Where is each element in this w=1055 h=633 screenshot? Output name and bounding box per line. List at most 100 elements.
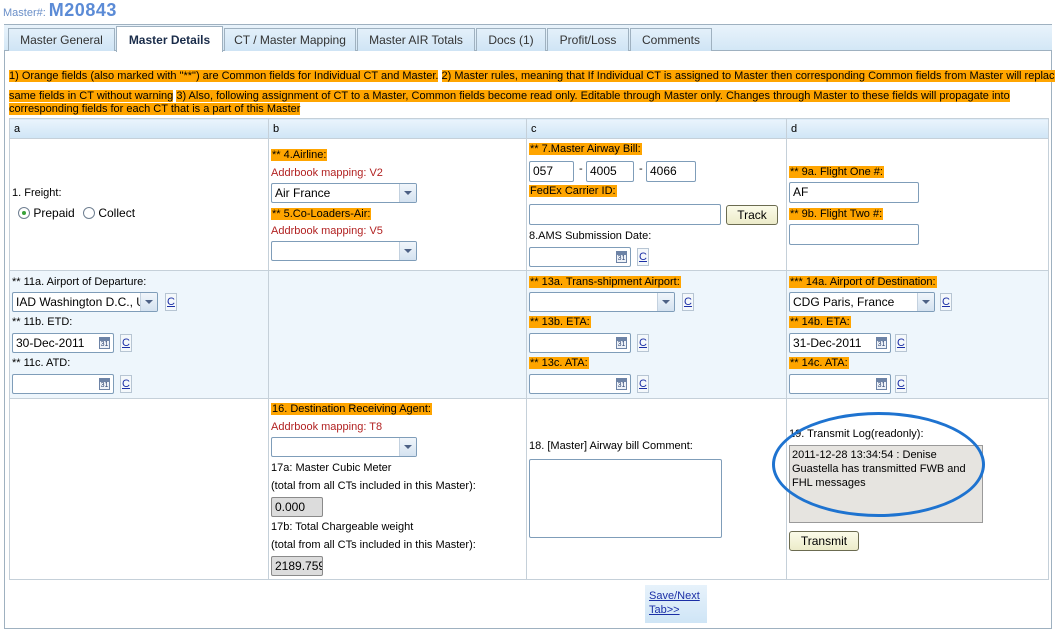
coloaders-addrbook: Addrbook mapping: V5 — [271, 225, 383, 237]
track-button[interactable]: Track — [726, 205, 778, 225]
master-header: Master#: M20843 — [3, 0, 117, 22]
tab-docs[interactable]: Docs (1) — [476, 28, 546, 51]
eta-14b-input[interactable]: 31-Dec-2011 31 — [789, 333, 891, 353]
calendar-icon[interactable]: 31 — [99, 337, 110, 349]
ata-13c-label: ** 13c. ATA: — [529, 357, 589, 369]
ata-13c-input[interactable]: 31 — [529, 374, 631, 394]
cbm-sublabel: (total from all CTs included in this Mas… — [271, 480, 476, 492]
chevron-down-icon[interactable] — [399, 438, 416, 456]
ata-14c-clear-button[interactable]: C — [895, 375, 907, 393]
tab-master-general[interactable]: Master General — [8, 28, 115, 51]
transshipment-airport-select[interactable] — [529, 292, 675, 312]
eta-14b-label: ** 14b. ETA: — [789, 316, 851, 328]
weight-readonly-field: 2189.759 — [271, 556, 323, 576]
cell-destination: *** 14a. Airport of Destination: CDG Par… — [786, 270, 1049, 399]
cell-comment: 18. [Master] Airway bill Comment: — [526, 398, 787, 580]
calendar-icon[interactable]: 31 — [876, 378, 887, 390]
master-details-grid: a b c d 1. Freight: Prepaid Collect ** 4… — [9, 118, 1049, 580]
atd-input[interactable]: 31 — [12, 374, 114, 394]
cell-mawb: ** 7.Master Airway Bill: 057 - 4005 - 40… — [526, 138, 787, 271]
column-header-c: c — [526, 118, 787, 139]
cbm-label: 17a: Master Cubic Meter — [271, 462, 392, 474]
tab-master-details[interactable]: Master Details — [116, 26, 223, 52]
ata-13c-clear-button[interactable]: C — [637, 375, 649, 393]
fedex-carrier-input[interactable] — [529, 204, 721, 225]
tab-strip: Master General Master Details CT / Maste… — [4, 24, 1052, 52]
transmit-log-label: 19. Transmit Log(readonly): — [789, 428, 924, 440]
eta-13b-input[interactable]: 31 — [529, 333, 631, 353]
radio-collect[interactable] — [83, 207, 95, 219]
dest-agent-select[interactable] — [271, 437, 417, 457]
mawb-separator: - — [579, 163, 583, 175]
destination-airport-clear-button[interactable]: C — [940, 293, 952, 311]
transmit-button[interactable]: Transmit — [789, 531, 859, 551]
cell-empty — [9, 398, 269, 580]
cell-flights: ** 9a. Flight One #: AF ** 9b. Flight Tw… — [786, 138, 1049, 271]
mawb-part2-input[interactable]: 4005 — [586, 161, 634, 182]
etd-input[interactable]: 30-Dec-2011 31 — [12, 333, 114, 353]
calendar-icon[interactable]: 31 — [99, 378, 110, 390]
freight-prepaid-option[interactable]: Prepaid — [18, 206, 75, 220]
etd-clear-button[interactable]: C — [120, 334, 132, 352]
flight-two-label: ** 9b. Flight Two #: — [789, 208, 884, 220]
column-header-a: a — [9, 118, 269, 139]
save-next-box: Save/Next Tab>> — [645, 585, 707, 623]
destination-airport-select[interactable]: CDG Paris, France — [789, 292, 935, 312]
mawb-label: ** 7.Master Airway Bill: — [529, 143, 642, 155]
calendar-icon[interactable]: 31 — [876, 337, 887, 349]
atd-clear-button[interactable]: C — [120, 375, 132, 393]
eta-14b-clear-button[interactable]: C — [895, 334, 907, 352]
save-next-tab-link[interactable]: Save/Next Tab>> — [649, 590, 700, 616]
chevron-down-icon[interactable] — [917, 293, 934, 311]
comment-textarea[interactable] — [529, 459, 722, 538]
transmit-log-field: 2011-12-28 13:34:54 : Denise Guastella h… — [789, 445, 983, 523]
tab-master-air-totals[interactable]: Master AIR Totals — [357, 28, 475, 51]
mawb-prefix-input[interactable]: 057 — [529, 161, 574, 182]
ams-date-label: 8.AMS Submission Date: — [529, 230, 652, 242]
ata-14c-input[interactable]: 31 — [789, 374, 891, 394]
fedex-label: FedEx Carrier ID: — [529, 185, 617, 197]
chevron-down-icon[interactable] — [399, 242, 416, 260]
cell-transmit: 19. Transmit Log(readonly): 2011-12-28 1… — [786, 398, 1049, 580]
atd-label: ** 11c. ATD: — [12, 357, 71, 369]
master-number: M20843 — [48, 0, 117, 20]
eta-13b-clear-button[interactable]: C — [637, 334, 649, 352]
etd-label: ** 11b. ETD: — [12, 316, 73, 328]
mawb-part3-input[interactable]: 4066 — [646, 161, 696, 182]
destination-airport-label: *** 14a. Airport of Destination: — [789, 276, 937, 288]
comment-label: 18. [Master] Airway bill Comment: — [529, 440, 693, 452]
transshipment-airport-clear-button[interactable]: C — [682, 293, 694, 311]
ams-date-input[interactable]: 31 — [529, 247, 631, 267]
departure-airport-select[interactable]: IAD Washington D.C., U — [12, 292, 158, 312]
cell-freight: 1. Freight: Prepaid Collect — [9, 138, 269, 271]
airline-label: ** 4.Airline: — [271, 149, 328, 161]
column-header-b: b — [268, 118, 527, 139]
coloaders-label: ** 5.Co-Loaders-Air: — [271, 208, 372, 220]
note-3: 3) Also, following assignment of CT to a… — [176, 90, 1010, 102]
tab-ct-master-mapping[interactable]: CT / Master Mapping — [224, 28, 356, 51]
dest-agent-addrbook: Addrbook mapping: T8 — [271, 421, 383, 433]
calendar-icon[interactable]: 31 — [616, 378, 627, 390]
airline-select[interactable]: Air France — [271, 183, 417, 203]
transshipment-airport-label: ** 13a. Trans-shipment Airport: — [529, 276, 681, 288]
note-3-cont: corresponding fields for each CT that is… — [9, 103, 301, 115]
note-2: 2) Master rules, meaning that If Individ… — [441, 70, 1055, 82]
tab-comments[interactable]: Comments — [630, 28, 712, 51]
cbm-readonly-field: 0.000 — [271, 497, 323, 517]
calendar-icon[interactable]: 31 — [616, 337, 627, 349]
chevron-down-icon[interactable] — [657, 293, 674, 311]
departure-airport-clear-button[interactable]: C — [165, 293, 177, 311]
freight-collect-option[interactable]: Collect — [83, 206, 135, 220]
calendar-icon[interactable]: 31 — [616, 251, 627, 263]
chevron-down-icon[interactable] — [399, 184, 416, 202]
radio-prepaid[interactable] — [18, 207, 30, 219]
note-1: 1) Orange fields (also marked with "**")… — [9, 70, 439, 82]
flight-two-input[interactable] — [789, 224, 919, 245]
master-label: Master#: — [3, 7, 46, 19]
ams-date-clear-button[interactable]: C — [637, 248, 649, 266]
tab-profit-loss[interactable]: Profit/Loss — [547, 28, 629, 51]
coloaders-select[interactable] — [271, 241, 417, 261]
cell-departure: ** 11a. Airport of Departure: IAD Washin… — [9, 270, 269, 399]
chevron-down-icon[interactable] — [140, 293, 157, 311]
flight-one-input[interactable]: AF — [789, 182, 919, 203]
